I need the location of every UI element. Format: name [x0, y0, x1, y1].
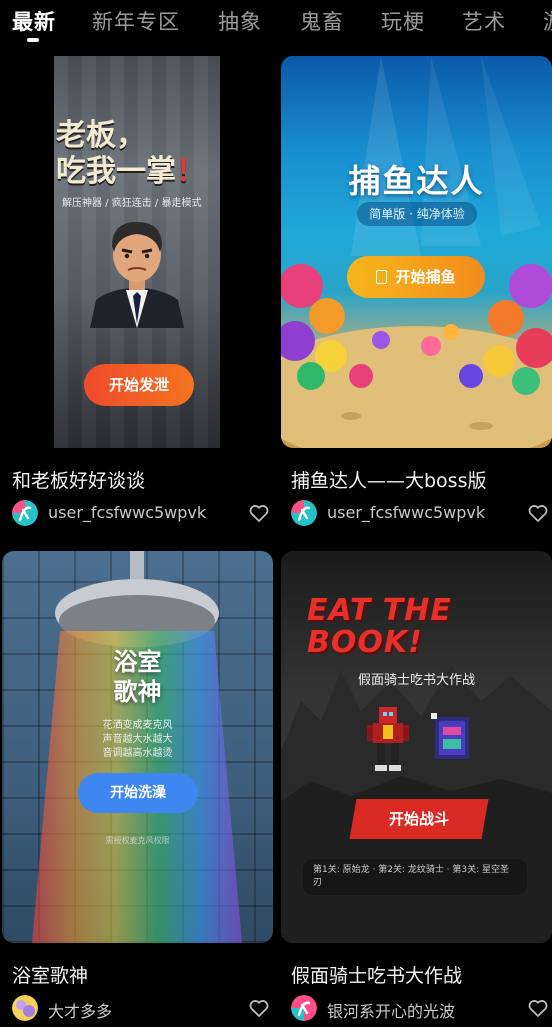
boss-illustration [90, 222, 184, 328]
thumb-headline: EAT THE BOOK! [307, 595, 452, 659]
thumb-subline: 简单版 · 纯净体验 [357, 202, 477, 226]
author-avatar[interactable] [12, 995, 38, 1021]
start-fishing-button[interactable]: 开始捕鱼 [347, 256, 485, 298]
heart-icon[interactable] [526, 501, 550, 525]
card-thumbnail[interactable]: EAT THE BOOK! 假面骑士吃书大作战 开始战斗 第1关: 原始龙 · … [281, 551, 552, 943]
thumb-footer: 需授权麦克风权限 [105, 836, 170, 845]
start-shower-button[interactable]: 开始洗澡 [78, 773, 198, 813]
thumb-subline: 假面骑士吃书大作战 [357, 673, 475, 688]
tab-new-year[interactable]: 新年专区 [92, 6, 180, 36]
start-vent-button[interactable]: 开始发泄 [84, 364, 194, 406]
ocean-scene [281, 56, 552, 448]
active-tab-indicator [27, 38, 39, 42]
thumb-headline-2: BOOK! [307, 625, 423, 660]
tab-memes[interactable]: 玩梗 [381, 6, 425, 36]
book-sprite-icon [431, 713, 469, 759]
thumb-headline-2: 吃我一掌！ [56, 154, 206, 190]
tab-art[interactable]: 艺术 [462, 6, 506, 36]
author-avatar[interactable] [291, 500, 317, 526]
heart-icon[interactable] [526, 996, 550, 1020]
card-title[interactable]: 和老板好好谈谈 [12, 466, 145, 493]
start-fishing-label: 开始捕鱼 [395, 268, 456, 286]
tab-games[interactable]: 游 [543, 6, 552, 36]
author-name[interactable]: user_fcsfwwc5wpvk [327, 503, 485, 522]
card-thumbnail[interactable]: 老板， 吃我一掌！ 解压神器 / 疯狂连击 / 暴走模式 开始发泄 [2, 56, 273, 448]
author-row[interactable]: 银河系开心的光波 [291, 993, 552, 1023]
thumb-line-2: 声音越大水越大 [102, 734, 173, 745]
start-battle-button[interactable]: 开始战斗 [349, 799, 489, 839]
author-avatar[interactable] [291, 995, 317, 1021]
thumb-line-1: 花洒变成麦克风 [102, 720, 173, 731]
thumb-headline: 捕鱼达人 [348, 162, 485, 200]
thumb-headline: 浴室 歌神 [2, 647, 273, 707]
avatar-icon [12, 995, 38, 1021]
author-name[interactable]: 银河系开心的光波 [327, 998, 455, 1022]
author-name[interactable]: 大才多多 [48, 998, 112, 1022]
avatar-icon [12, 500, 38, 526]
tab-kichiku[interactable]: 鬼畜 [300, 6, 344, 36]
author-row[interactable]: user_fcsfwwc5wpvk [291, 498, 552, 528]
thumb-headline-2: 歌神 [113, 678, 162, 706]
start-battle-label: 开始战斗 [388, 810, 449, 828]
thumb-headline-1: EAT THE [307, 593, 452, 628]
card-thumbnail[interactable]: 捕鱼达人 简单版 · 纯净体验 开始捕鱼 [281, 56, 552, 448]
card-title[interactable]: 浴室歌神 [12, 961, 88, 988]
thumb-headline-1: 浴室 [113, 648, 162, 676]
rider-sprite-icon [367, 707, 409, 771]
card-thumbnail[interactable]: 浴室 歌神 花洒变成麦克风 声音越大水越大 音调越高水越烫 开始洗澡 需授权麦克… [2, 551, 273, 943]
author-row[interactable]: 大才多多 [12, 993, 273, 1023]
card-title[interactable]: 捕鱼达人——大boss版 [291, 466, 486, 493]
card-title[interactable]: 假面骑士吃书大作战 [291, 961, 462, 988]
thumb-subline: 解压神器 / 疯狂连击 / 暴走模式 [62, 198, 202, 209]
tab-abstract[interactable]: 抽象 [218, 6, 262, 36]
tab-latest[interactable]: 最新 [12, 6, 56, 36]
heart-icon[interactable] [247, 996, 271, 1020]
thumb-headline-1: 老板， [56, 118, 146, 153]
heart-icon[interactable] [247, 501, 271, 525]
thumb-headline-bang: ！ [176, 154, 206, 189]
category-tabs: 最新 新年专区 抽象 鬼畜 玩梗 艺术 游 [0, 0, 552, 48]
thumb-headline-2-text: 吃我一掌 [56, 154, 176, 189]
author-avatar[interactable] [12, 500, 38, 526]
author-name[interactable]: user_fcsfwwc5wpvk [48, 503, 206, 522]
fishing-button-icon [376, 270, 388, 284]
thumb-line-3: 音调越高水越烫 [102, 748, 173, 759]
avatar-icon [291, 995, 317, 1021]
thumb-level-info: 第1关: 原始龙 · 第2关: 龙纹骑士 · 第3关: 星空圣刃 [303, 859, 527, 895]
thumb-description: 花洒变成麦克风 声音越大水越大 音调越高水越烫 [2, 719, 273, 761]
author-row[interactable]: user_fcsfwwc5wpvk [12, 498, 273, 528]
avatar-icon [291, 500, 317, 526]
